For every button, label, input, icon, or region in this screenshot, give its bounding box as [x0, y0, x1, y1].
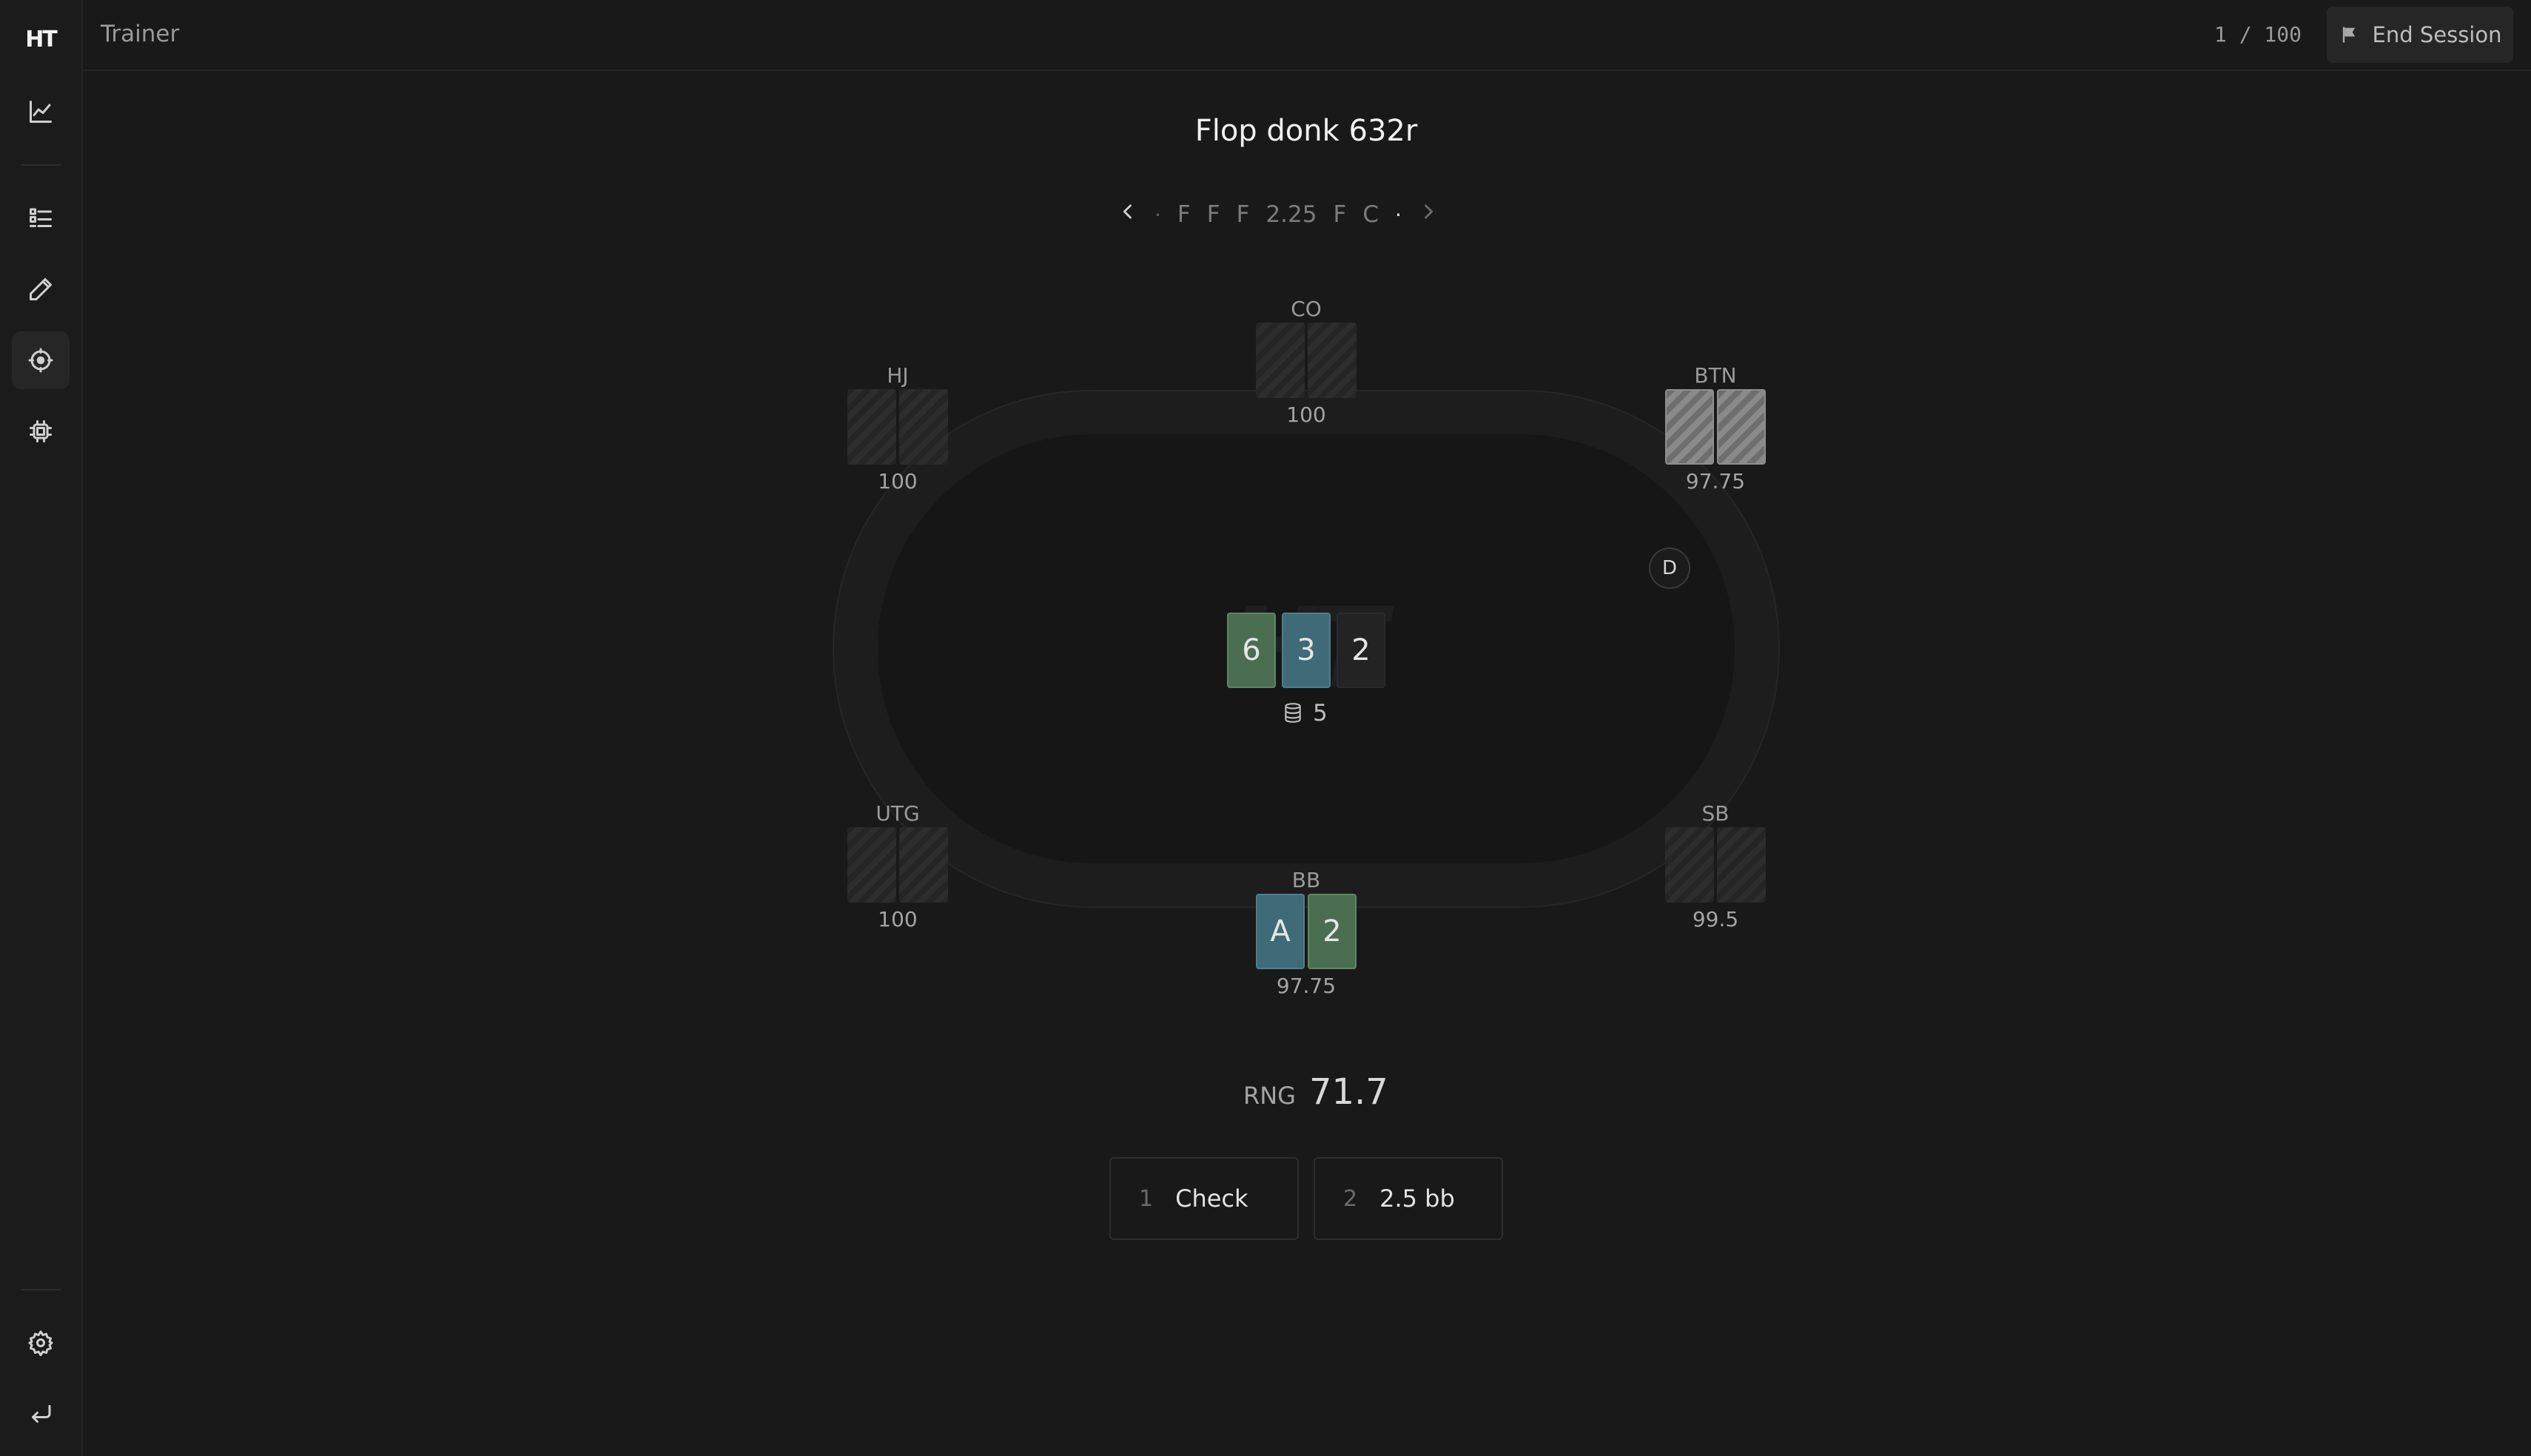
history-action[interactable]: F	[1237, 201, 1250, 228]
hidden-card	[1717, 389, 1766, 465]
chip-stack-icon	[1285, 703, 1301, 723]
pencil-icon	[30, 278, 52, 300]
next-action-button[interactable]	[1418, 201, 1439, 228]
hotkey-label: 2	[1343, 1185, 1358, 1212]
answer-check-button[interactable]: 1 Check	[1109, 1157, 1299, 1240]
hidden-card	[847, 389, 896, 465]
end-session-button[interactable]: End Session	[2327, 7, 2513, 63]
action-history: · F F F 2.25 F C ·	[1117, 198, 1439, 231]
hero-cards: A 2	[1254, 894, 1358, 969]
seat-stack: 100	[878, 907, 918, 931]
sidebar-divider	[21, 1289, 61, 1290]
gear-icon	[28, 1330, 53, 1356]
board-card: 6	[1227, 613, 1276, 688]
hole-cards	[1254, 323, 1358, 398]
history-action[interactable]: F	[1177, 201, 1191, 228]
prev-action-button[interactable]	[1117, 201, 1138, 228]
seat-stack: 97.75	[1685, 469, 1746, 493]
dealer-button: D	[1649, 547, 1690, 589]
seat-utg: UTG 100	[846, 801, 949, 931]
hidden-card	[1308, 323, 1357, 398]
history-dot: ·	[1154, 202, 1161, 227]
hidden-card	[1256, 323, 1305, 398]
pot-size: 5	[1313, 700, 1328, 727]
top-bar: Trainer 1 / 100 End Session	[83, 0, 2531, 71]
sidebar-item-solver[interactable]	[12, 402, 70, 460]
sidebar-item-trainer[interactable]	[12, 331, 70, 389]
sidebar-divider	[21, 164, 61, 166]
hidden-card	[847, 827, 896, 903]
board-cards: 6 3 2	[1227, 613, 1385, 688]
board-card: 2	[1337, 613, 1385, 688]
sidebar-item-settings[interactable]	[12, 1314, 70, 1372]
seat-hj: HJ 100	[846, 363, 949, 493]
hidden-card	[1665, 389, 1714, 465]
board-card: 3	[1282, 613, 1331, 688]
answer-bet-button[interactable]: 2 2.5 bb	[1314, 1157, 1503, 1240]
target-icon	[28, 348, 53, 373]
history-action[interactable]: 2.25	[1266, 201, 1317, 228]
spot-title: Flop donk 632r	[1194, 114, 1418, 148]
seat-bb-hero: BB A 2 97.75	[1254, 867, 1358, 998]
hidden-card	[1665, 827, 1714, 903]
pot: 5	[1283, 700, 1328, 727]
chip-icon	[30, 420, 52, 442]
hidden-card	[899, 389, 948, 465]
hole-cards	[846, 389, 949, 465]
hotkey-label: 1	[1139, 1185, 1154, 1212]
hole-cards	[1664, 827, 1767, 903]
seat-position: BB	[1291, 868, 1321, 892]
end-session-label: End Session	[2372, 22, 2502, 47]
rng-value: 71.7	[1308, 1071, 1388, 1113]
chevron-right-icon	[1424, 204, 1433, 219]
rng-label: RNG	[1243, 1082, 1296, 1110]
seat-position: UTG	[875, 801, 920, 826]
hidden-card	[1717, 827, 1766, 903]
logo-text: HT	[25, 26, 58, 53]
answer-label: Check	[1175, 1184, 1248, 1213]
seat-stack: 100	[1286, 402, 1326, 427]
seat-position: SB	[1701, 801, 1730, 826]
history-action[interactable]: F	[1207, 201, 1220, 228]
sidebar-item-ranges[interactable]	[12, 189, 70, 247]
seat-btn: BTN 97.75	[1664, 363, 1767, 493]
hole-cards	[1664, 389, 1767, 465]
page-title: Trainer	[101, 21, 180, 47]
seat-co: CO 100	[1254, 296, 1358, 427]
seat-stack: 100	[878, 469, 918, 493]
seat-stack: 99.5	[1692, 907, 1739, 931]
seat-position: BTN	[1694, 363, 1737, 388]
hole-cards	[846, 827, 949, 903]
rng-display: RNG 71.7	[1243, 1071, 1388, 1113]
hero-card: 2	[1308, 894, 1357, 969]
history-action[interactable]: F	[1333, 201, 1346, 228]
hidden-card	[899, 827, 948, 903]
hero-card: A	[1256, 894, 1305, 969]
seat-position: CO	[1291, 297, 1322, 321]
sidebar-item-logout[interactable]	[12, 1385, 70, 1443]
sidebar-item-editor[interactable]	[12, 260, 70, 318]
sidebar: HT	[0, 0, 83, 1456]
return-icon	[32, 1405, 51, 1423]
flag-icon	[2342, 27, 2355, 43]
history-current-dot: ·	[1394, 202, 1402, 227]
seat-sb: SB 99.5	[1664, 801, 1767, 931]
history-action[interactable]: C	[1362, 201, 1379, 228]
answer-label: 2.5 bb	[1379, 1184, 1455, 1213]
seat-stack: 97.75	[1276, 974, 1337, 998]
seat-position: HJ	[887, 363, 909, 388]
logo[interactable]: HT	[12, 10, 70, 68]
checklist-icon	[30, 208, 52, 227]
session-progress: 1 / 100	[2214, 22, 2302, 47]
chevron-left-icon	[1123, 204, 1132, 219]
